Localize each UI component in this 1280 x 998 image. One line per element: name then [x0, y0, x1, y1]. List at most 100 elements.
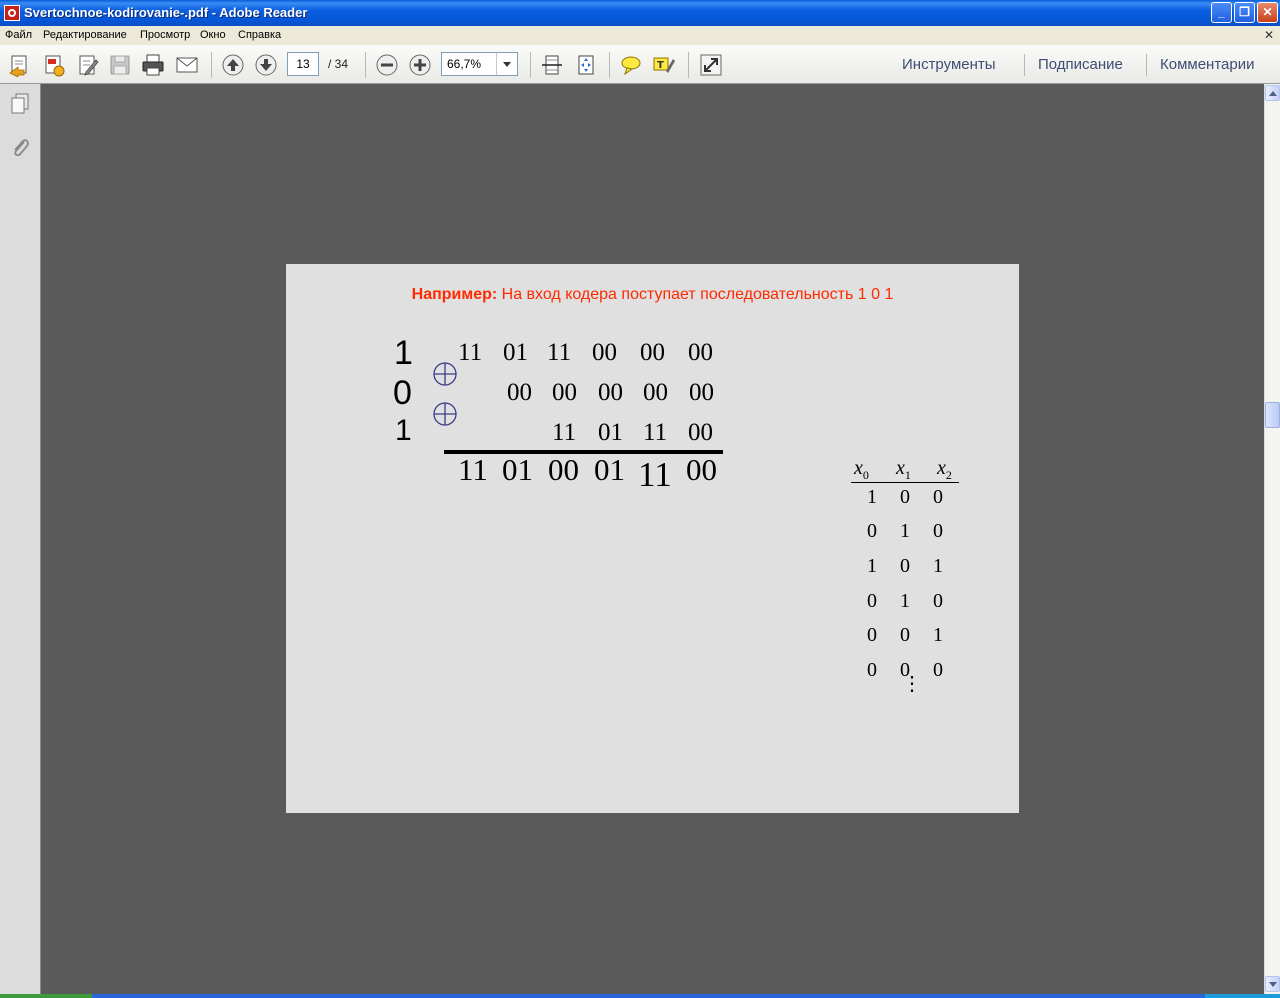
taskbar-strip: [0, 994, 1280, 998]
table-cell: 0: [900, 624, 910, 646]
heading-bold: Например:: [411, 286, 498, 303]
zoom-select[interactable]: 66,7%: [441, 52, 518, 76]
toolbar-separator: [365, 52, 366, 78]
toolbar-separator: [211, 52, 212, 78]
header-rule: [851, 482, 959, 483]
table-cell: 0: [933, 659, 943, 681]
menu-edit[interactable]: Редактирование: [43, 29, 127, 41]
comment-panel-link[interactable]: Комментарии: [1160, 56, 1254, 73]
result-pair: 00: [548, 452, 579, 487]
pages-icon[interactable]: [8, 92, 32, 116]
save-icon[interactable]: [108, 53, 132, 77]
table-cell: 1: [867, 486, 877, 508]
page-heading: Например: На вход кодера поступает после…: [286, 286, 1019, 304]
toolbar-separator: [609, 52, 610, 78]
close-button[interactable]: ✕: [1257, 2, 1278, 23]
header-x0: x0: [854, 457, 869, 482]
panel-separator: [1024, 54, 1025, 76]
scroll-down-icon[interactable]: [1265, 976, 1280, 992]
table-cell: 1: [933, 624, 943, 646]
header-x1: x1: [896, 457, 911, 482]
code-pair: 11: [552, 419, 577, 446]
scroll-up-icon[interactable]: [1265, 85, 1280, 101]
code-pair: 11: [458, 339, 483, 366]
result-pair: 11: [458, 452, 488, 487]
code-pair: 00: [688, 339, 713, 366]
table-cell: 1: [900, 590, 910, 612]
continuation-dots: ⋮: [902, 673, 922, 695]
comment-icon[interactable]: [619, 53, 643, 77]
adobe-reader-icon: [4, 5, 20, 21]
restore-button[interactable]: ❐: [1234, 2, 1255, 23]
fit-width-icon[interactable]: [540, 53, 564, 77]
zoom-value: 66,7%: [447, 57, 482, 71]
email-icon[interactable]: [175, 53, 199, 77]
table-cell: 0: [900, 555, 910, 577]
toolbar-separator: [688, 52, 689, 78]
menu-file[interactable]: Файл: [5, 29, 32, 41]
scroll-thumb[interactable]: [1265, 402, 1280, 428]
attachments-icon[interactable]: [8, 136, 32, 160]
code-pair: 00: [689, 379, 714, 406]
next-page-icon[interactable]: [254, 53, 278, 77]
code-pair: 01: [503, 339, 528, 366]
table-cell: 1: [900, 520, 910, 542]
code-pair: 00: [640, 339, 665, 366]
open-icon[interactable]: [8, 53, 32, 77]
menu-view[interactable]: Просмотр: [140, 29, 190, 41]
table-cell: 0: [867, 659, 877, 681]
highlight-icon[interactable]: T: [652, 53, 676, 77]
code-pair: 01: [598, 419, 623, 446]
toolbar-separator: [530, 52, 531, 78]
navigation-pane: [0, 84, 41, 994]
input-bit: 1: [395, 414, 412, 447]
create-pdf-icon[interactable]: [42, 53, 66, 77]
fit-page-icon[interactable]: [574, 53, 598, 77]
sign-panel-link[interactable]: Подписание: [1038, 56, 1123, 73]
code-pair: 00: [598, 379, 623, 406]
zoom-out-icon[interactable]: [375, 53, 399, 77]
code-pair: 00: [592, 339, 617, 366]
menu-help[interactable]: Справка: [238, 29, 281, 41]
table-cell: 0: [900, 486, 910, 508]
heading-text: На вход кодера поступает последовательно…: [497, 286, 894, 303]
code-pair: 11: [643, 419, 668, 446]
result-pair: 11: [638, 455, 672, 494]
menu-bar: Файл Редактирование Просмотр Окно Справк…: [0, 26, 1280, 45]
minimize-button[interactable]: _: [1211, 2, 1232, 23]
header-x2: x2: [937, 457, 952, 482]
table-cell: 1: [867, 555, 877, 577]
result-pair: 01: [502, 452, 533, 487]
xor-icon: [433, 402, 457, 426]
xor-icon: [433, 362, 457, 386]
chevron-down-icon[interactable]: [496, 53, 517, 75]
menu-window[interactable]: Окно: [200, 29, 226, 41]
result-pair: 01: [594, 452, 625, 487]
page-total: / 34: [328, 57, 349, 71]
table-cell: 0: [867, 624, 877, 646]
svg-text:T: T: [657, 60, 664, 71]
title-bar: Svertochnoe-kodirovanie-.pdf - Adobe Rea…: [0, 0, 1280, 26]
input-bit: 1: [394, 334, 413, 372]
full-screen-icon[interactable]: [699, 53, 723, 77]
vertical-scrollbar[interactable]: [1264, 84, 1280, 994]
window-title: Svertochnoe-kodirovanie-.pdf - Adobe Rea…: [24, 5, 308, 20]
code-pair: 00: [643, 379, 668, 406]
previous-page-icon[interactable]: [221, 53, 245, 77]
panel-separator: [1146, 54, 1147, 76]
tools-panel-link[interactable]: Инструменты: [902, 56, 996, 73]
input-bit: 0: [393, 374, 412, 412]
pdf-page: Например: На вход кодера поступает после…: [286, 264, 1019, 813]
code-pair: 00: [507, 379, 532, 406]
edit-icon[interactable]: [76, 53, 100, 77]
code-pair: 11: [547, 339, 572, 366]
toolbar: 13 / 34 66,7% T Инструменты Подписание К…: [0, 45, 1280, 84]
document-close-icon[interactable]: ✕: [1264, 28, 1274, 42]
table-cell: 0: [933, 590, 943, 612]
zoom-in-icon[interactable]: [408, 53, 432, 77]
table-cell: 0: [867, 520, 877, 542]
print-icon[interactable]: [141, 53, 165, 77]
page-number-input[interactable]: 13: [287, 52, 319, 76]
code-pair: 00: [552, 379, 577, 406]
table-cell: 0: [933, 520, 943, 542]
